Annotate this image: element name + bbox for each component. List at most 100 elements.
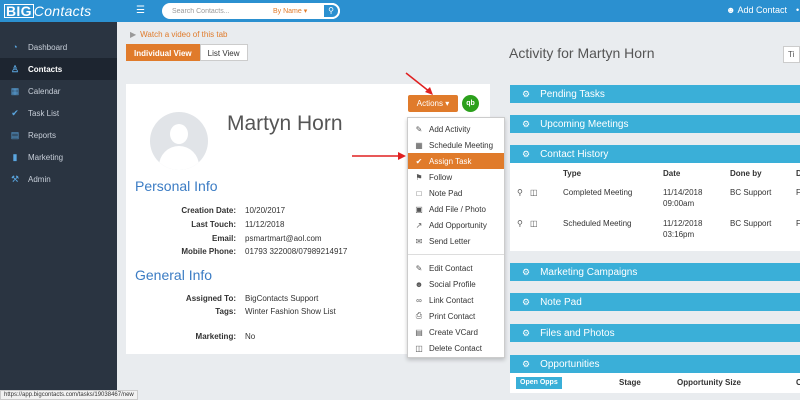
add-contact-label: Add Contact: [737, 5, 788, 15]
panel-marketing-campaigns[interactable]: ⚙ Marketing Campaigns: [510, 263, 800, 281]
avatar-head-shape: [170, 124, 188, 144]
row-time: 03:16pm: [663, 230, 695, 239]
more-icon[interactable]: •: [796, 5, 799, 15]
field-value: 01793 322008/07989214917: [245, 247, 348, 256]
menu-item-print-contact[interactable]: ⎙ Print Contact: [408, 308, 504, 324]
menu-item-follow[interactable]: ⚑ Follow: [408, 169, 504, 185]
panel-pending-tasks[interactable]: ⚙ Pending Tasks: [510, 85, 800, 103]
sidebar-item-label: Dashboard: [28, 42, 68, 52]
search-mode-dropdown[interactable]: By Name ▾: [273, 7, 321, 15]
quickbooks-button[interactable]: qb: [462, 95, 479, 112]
tab-individual-view[interactable]: Individual View: [126, 44, 200, 61]
panel-note-pad[interactable]: ⚙ Note Pad: [510, 293, 800, 311]
field-mobile-phone: Mobile Phone: 01793 322008/07989214917: [126, 247, 406, 256]
menu-item-add-opportunity[interactable]: ↗ Add Opportunity: [408, 217, 504, 233]
contact-name: Martyn Horn: [227, 112, 343, 135]
gear-icon: ⚙: [522, 118, 531, 129]
panel-upcoming-meetings[interactable]: ⚙ Upcoming Meetings: [510, 115, 800, 133]
zoom-icon[interactable]: ⚲: [517, 188, 523, 197]
field-value[interactable]: psmartmart@aol.com: [245, 234, 322, 243]
sidebar-item-task-list[interactable]: ✔ Task List: [0, 102, 117, 124]
menu-item-edit-contact[interactable]: ✎ Edit Contact: [408, 260, 504, 276]
sidebar-item-label: Marketing: [28, 152, 64, 162]
pencil-icon: ✎: [415, 263, 423, 273]
field-email: Email: psmartmart@aol.com: [126, 234, 406, 243]
menu-item-label: Social Profile: [429, 279, 476, 289]
menu-item-label: Schedule Meeting: [429, 140, 494, 150]
tab-list-view[interactable]: List View: [199, 44, 248, 61]
row-done-by: BC Support: [730, 188, 772, 197]
document-icon: ▤: [10, 129, 20, 140]
menu-item-add-file-photo[interactable]: ▣ Add File / Photo: [408, 201, 504, 217]
field-assigned-to: Assigned To: BigContacts Support: [126, 294, 406, 303]
top-bar: BIGContacts ☰ By Name ▾ ⚲ ☻ Add Contact …: [0, 0, 800, 22]
menu-item-label: Create VCard: [429, 327, 478, 337]
field-value: 11/12/2018: [245, 220, 285, 229]
wrench-icon: ⚒: [10, 173, 20, 184]
menu-item-add-activity[interactable]: ✎ Add Activity: [408, 121, 504, 137]
general-info-title: General Info: [135, 267, 213, 283]
trash-icon[interactable]: ◫: [530, 188, 538, 197]
menu-item-label: Follow: [429, 172, 453, 182]
column-header-d: D: [796, 169, 800, 178]
menu-item-social-profile[interactable]: ☻ Social Profile: [408, 276, 504, 292]
tab-open-opps[interactable]: Open Opps: [516, 377, 562, 389]
search-button[interactable]: ⚲: [322, 3, 340, 19]
gear-icon: ⚙: [522, 148, 531, 159]
activity-filter-select[interactable]: Ti: [783, 46, 800, 63]
sidebar-item-label: Reports: [28, 130, 57, 140]
sidebar-item-dashboard[interactable]: ◔ Dashboard: [0, 36, 117, 58]
menu-item-assign-task[interactable]: ✔ Assign Task: [408, 153, 504, 169]
menu-item-label: Link Contact: [429, 295, 474, 305]
menu-item-delete-contact[interactable]: ◫ Delete Contact: [408, 340, 504, 356]
menu-item-label: Assign Task: [429, 156, 472, 166]
row-time: 09:00am: [663, 199, 695, 208]
menu-item-schedule-meeting[interactable]: ▦ Schedule Meeting: [408, 137, 504, 153]
opportunities-table-header: Open Opps Stage Opportunity Size C: [510, 373, 800, 393]
panel-title: Files and Photos: [540, 327, 615, 339]
calendar-icon: ▦: [10, 85, 20, 96]
menu-item-send-letter[interactable]: ✉ Send Letter: [408, 233, 504, 249]
menu-item-link-contact[interactable]: ∞ Link Contact: [408, 292, 504, 308]
check-circle-icon: ✔: [11, 107, 19, 118]
add-user-icon: ☻: [726, 5, 736, 15]
sidebar-item-marketing[interactable]: ▮ Marketing: [0, 146, 117, 168]
letter-icon: ✉: [415, 236, 423, 246]
zoom-icon[interactable]: ⚲: [517, 219, 523, 228]
menu-item-note-pad[interactable]: □ Note Pad: [408, 185, 504, 201]
calendar-icon: ▦: [415, 140, 423, 150]
sidebar-item-calendar[interactable]: ▦ Calendar: [0, 80, 117, 102]
trash-icon[interactable]: ◫: [530, 219, 538, 228]
panel-title: Upcoming Meetings: [540, 118, 629, 130]
trash-icon: ◫: [415, 343, 423, 353]
menu-toggle-icon[interactable]: ☰: [136, 5, 148, 17]
annotation-arrow-actions: [405, 72, 433, 95]
add-contact-button[interactable]: ☻ Add Contact: [726, 5, 787, 15]
row-type: Scheduled Meeting: [563, 219, 632, 228]
panel-opportunities[interactable]: ⚙ Opportunities: [510, 355, 800, 373]
sidebar-item-reports[interactable]: ▤ Reports: [0, 124, 117, 146]
watch-video-link[interactable]: ▶ Watch a video of this tab: [130, 30, 227, 39]
menu-item-create-vcard[interactable]: ▤ Create VCard: [408, 324, 504, 340]
link-icon: ∞: [416, 295, 422, 305]
menu-item-label: Edit Contact: [429, 263, 473, 273]
field-label: Email:: [211, 234, 236, 243]
app-logo[interactable]: BIG Contacts: [4, 3, 91, 19]
panel-title: Note Pad: [540, 296, 582, 308]
menu-item-label: Add File / Photo: [429, 204, 486, 214]
flag-icon: ⚑: [415, 172, 423, 182]
panel-files-and-photos[interactable]: ⚙ Files and Photos: [510, 324, 800, 342]
trend-icon: ↗: [415, 220, 423, 230]
field-label: Assigned To:: [185, 294, 236, 303]
panel-contact-history[interactable]: ⚙ Contact History: [510, 145, 800, 163]
panel-title: Contact History: [540, 148, 609, 160]
user-icon: ♙: [10, 63, 20, 74]
sidebar-item-contacts[interactable]: ♙ Contacts: [0, 58, 117, 80]
search-input[interactable]: [172, 7, 267, 15]
column-header-c: C: [796, 378, 800, 387]
print-icon: ⎙: [415, 311, 423, 320]
gear-icon: ⚙: [522, 296, 531, 307]
sidebar-item-admin[interactable]: ⚒ Admin: [0, 168, 117, 190]
menu-item-label: Add Activity: [429, 124, 471, 134]
field-label: Creation Date:: [181, 206, 236, 215]
